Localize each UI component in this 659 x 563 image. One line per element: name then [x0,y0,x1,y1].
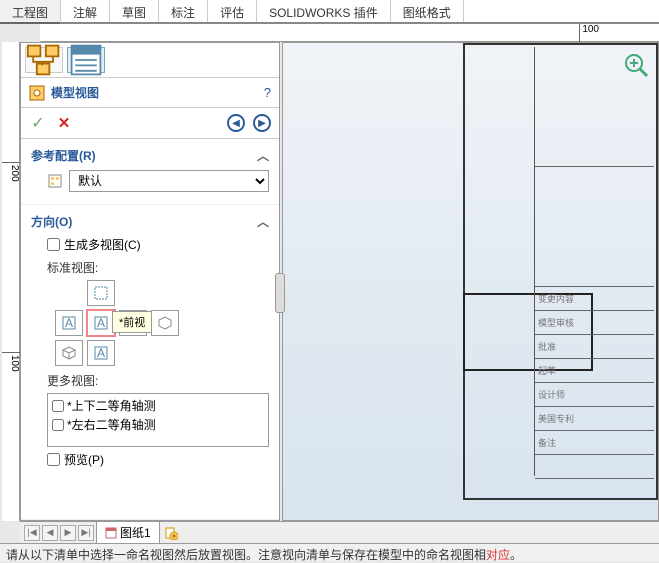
add-sheet-icon [164,526,178,540]
multi-view-input[interactable] [47,238,60,251]
section-orientation-label: 方向(O) [31,213,72,230]
panel-tab-property[interactable] [67,47,105,73]
ruler-v-tick: 200 [2,162,20,182]
tab-sheet-format[interactable]: 图纸格式 [391,0,464,22]
status-highlight: 对应 [486,548,510,562]
panel-title: 模型视图 [51,84,264,101]
view-back-button[interactable] [151,310,179,336]
std-views-label: 标准视图: [47,259,269,276]
panel-tab-tree[interactable] [25,47,63,73]
ruler-vertical: 200 100 [2,42,20,521]
tab-sw-addins[interactable]: SOLIDWORKS 插件 [257,0,391,22]
ruler-h-tick: 100 [579,24,599,42]
panel-actions: ✓ ✕ ◀ ▶ [21,108,279,139]
list-item[interactable]: *上下二等角轴测 [50,396,266,415]
tree-icon [26,42,62,78]
tab-sketch[interactable]: 草图 [110,0,159,22]
multi-view-checkbox[interactable]: 生成多视图(C) [47,236,269,253]
tb-cell: 模型审核 [535,311,654,335]
tab-evaluate[interactable]: 评估 [208,0,257,22]
section-orientation-head[interactable]: 方向(O) ︿ [31,213,269,230]
sheet-icon [105,527,117,539]
section-config-label: 参考配置(R) [31,147,96,164]
more-views-list[interactable]: *上下二等角轴测 *左右二等角轴测 [47,393,269,447]
view-bottom-button[interactable]: A [87,340,115,366]
tb-cell [535,47,654,167]
view-iso-button[interactable] [55,340,83,366]
sheet-nav-last[interactable]: ▶| [78,525,94,541]
sheet-tab-bar: |◀ ◀ ▶ ▶| 图纸1 [20,521,659,543]
sheet-border: 变更内容 模型审核 批准 起草 设计师 美国专利 备注 [463,43,658,500]
help-button[interactable]: ? [264,85,271,100]
svg-text:A: A [97,346,105,360]
tb-cell: 美国专利 [535,407,654,431]
tb-cell: 设计师 [535,383,654,407]
preview-label: 预览(P) [64,451,104,468]
more-views-label: 更多视图: [47,372,269,389]
view-left-button[interactable]: A [55,310,83,336]
standard-views-grid: A A *前视 A [55,280,269,366]
status-text: 请从以下清单中选择一命名视图然后放置视图。注意视向清单与保存在模型中的命名视图相 [6,548,486,562]
ok-button[interactable]: ✓ [29,114,47,132]
svg-text:A: A [97,316,105,330]
preview-input[interactable] [47,453,60,466]
add-sheet-button[interactable] [162,525,180,541]
view-front-button[interactable]: A *前视 [87,310,115,336]
title-block: 变更内容 模型审核 批准 起草 设计师 美国专利 备注 [534,47,654,476]
sheet-tab-label: 图纸1 [120,524,151,541]
preview-checkbox[interactable]: 预览(P) [47,451,269,468]
section-orientation: 方向(O) ︿ 生成多视图(C) 标准视图: A A *前视 [21,205,279,520]
config-select[interactable]: 默认 [69,170,269,192]
sheet-tab[interactable]: 图纸1 [96,521,160,544]
sheet-nav-next[interactable]: ▶ [60,525,76,541]
tb-cell: 变更内容 [535,287,654,311]
panel-header: 模型视图 ? [21,78,279,108]
view-top-button[interactable] [87,280,115,306]
tb-cell [535,167,654,287]
chevron-up-icon: ︿ [257,213,269,230]
tab-annotation[interactable]: 注解 [61,0,110,22]
nav-back-button[interactable]: ◀ [227,114,245,132]
tab-drawing[interactable]: 工程图 [0,0,61,24]
status-text-tail: 。 [510,548,522,562]
config-icon [47,173,63,189]
chevron-up-icon: ︿ [257,147,269,164]
multi-view-label: 生成多视图(C) [64,236,141,253]
svg-text:A: A [65,316,73,330]
property-icon [68,42,104,78]
list-item[interactable]: *左右二等角轴测 [50,415,266,434]
panel-tab-bar [21,43,279,78]
tb-cell [535,455,654,479]
sheet-nav-prev[interactable]: ◀ [42,525,58,541]
cancel-button[interactable]: ✕ [55,114,73,132]
ruler-v-tick: 100 [2,352,20,372]
section-config-head[interactable]: 参考配置(R) ︿ [31,147,269,164]
model-view-icon [29,85,45,101]
nav-forward-button[interactable]: ▶ [253,114,271,132]
drawing-canvas[interactable]: 变更内容 模型审核 批准 起草 设计师 美国专利 备注 [282,42,659,521]
section-config: 参考配置(R) ︿ 默认 [21,139,279,205]
tb-cell: 批准 [535,335,654,359]
command-tabs: 工程图 注解 草图 标注 评估 SOLIDWORKS 插件 图纸格式 [0,0,659,24]
view-tooltip: *前视 [112,311,152,333]
tb-cell: 备注 [535,431,654,455]
sheet-nav-first[interactable]: |◀ [24,525,40,541]
property-panel: 模型视图 ? ✓ ✕ ◀ ▶ 参考配置(R) ︿ 默认 [20,42,280,521]
tab-dimension[interactable]: 标注 [159,0,208,22]
tb-cell: 起草 [535,359,654,383]
ruler-horizontal: 100 [40,24,659,42]
panel-collapse-handle[interactable] [275,273,285,313]
status-bar: 请从以下清单中选择一命名视图然后放置视图。注意视向清单与保存在模型中的命名视图相… [0,543,659,561]
